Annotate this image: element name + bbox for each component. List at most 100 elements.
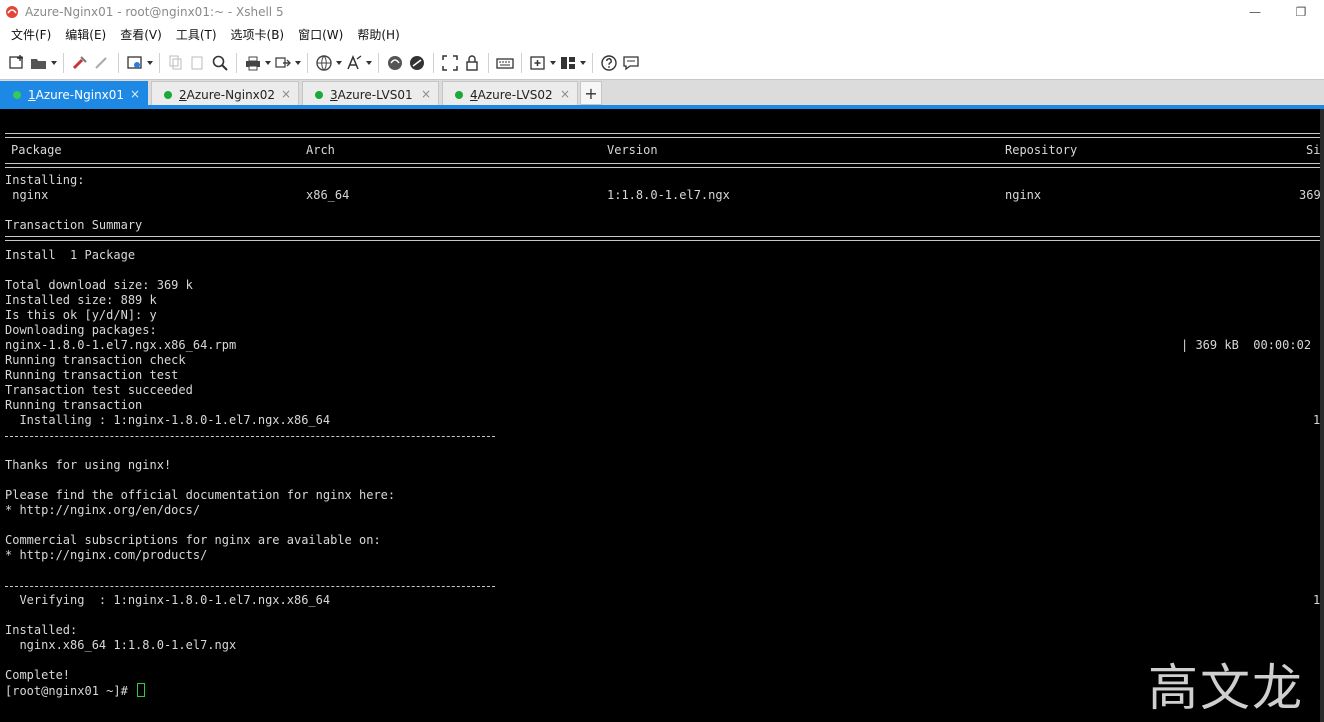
- find-icon[interactable]: [209, 51, 231, 75]
- transaction-test: Running transaction test: [5, 368, 179, 382]
- chevron-down-icon[interactable]: [146, 51, 154, 75]
- tab-number: 1: [28, 87, 36, 102]
- terminal-output[interactable]: Package Arch Version Repository Si Insta…: [0, 109, 1320, 722]
- installed-package: nginx.x86_64 1:1.8.0-1.el7.ngx: [5, 638, 237, 652]
- tab-azure-lvs02[interactable]: 4 Azure-LVS02 ×: [442, 81, 578, 107]
- connected-status-icon: [164, 90, 172, 99]
- terminal-scrollbar[interactable]: [1320, 109, 1324, 722]
- installing-label: Installing:: [5, 173, 85, 187]
- tab-label: Azure-Nginx02: [186, 87, 276, 102]
- commercial-intro: Commercial subscriptions for nginx are a…: [5, 533, 381, 547]
- toolbar-divider: [63, 53, 64, 73]
- transaction-summary: Transaction Summary: [5, 218, 143, 232]
- new-tab-button[interactable]: +: [580, 81, 602, 105]
- transfer-icon[interactable]: [272, 51, 294, 75]
- toolbar-divider: [488, 53, 489, 73]
- chevron-down-icon[interactable]: [264, 51, 272, 75]
- chevron-down-icon[interactable]: [365, 51, 373, 75]
- menu-tools[interactable]: 工具(T): [169, 23, 224, 47]
- menu-file[interactable]: 文件(F): [4, 23, 58, 47]
- verifying-step-count: 1: [1313, 593, 1320, 607]
- chevron-down-icon[interactable]: [549, 51, 557, 75]
- tab-azure-lvs01[interactable]: 3 Azure-LVS01 ×: [302, 81, 439, 107]
- watermark-text: 高文龙: [1148, 659, 1304, 717]
- connected-status-icon: [455, 90, 463, 99]
- separator-double: [5, 163, 1320, 168]
- menu-view[interactable]: 查看(V): [113, 23, 169, 47]
- text-cursor: [137, 683, 146, 697]
- row-repository: nginx: [1005, 188, 1042, 202]
- xftp-icon[interactable]: [384, 51, 406, 75]
- toolbar: [0, 47, 1324, 79]
- close-icon[interactable]: ×: [130, 87, 140, 101]
- close-icon[interactable]: ×: [421, 87, 431, 101]
- tab-bar: 1 Azure-Nginx01 × 2 Azure-Nginx02 × 3 Az…: [0, 79, 1324, 107]
- row-size: 369: [1299, 188, 1320, 202]
- toolbar-divider: [433, 53, 434, 73]
- menu-edit[interactable]: 编辑(E): [58, 23, 113, 47]
- toolbar-divider: [159, 53, 160, 73]
- fullscreen-icon[interactable]: [439, 51, 461, 75]
- print-icon[interactable]: [242, 51, 264, 75]
- chat-icon[interactable]: [620, 51, 642, 75]
- lock-icon[interactable]: [461, 51, 483, 75]
- tab-label: Azure-LVS01: [337, 87, 413, 102]
- close-icon[interactable]: ×: [281, 87, 291, 101]
- tab-number: 3: [330, 87, 338, 102]
- verifying-step: Verifying : 1:nginx-1.8.0-1.el7.ngx.x86_…: [5, 593, 331, 607]
- tab-label: Azure-LVS02: [477, 87, 553, 102]
- transaction-check: Running transaction check: [5, 353, 186, 367]
- font-icon[interactable]: [343, 51, 365, 75]
- confirm-prompt: Is this ok [y/d/N]: y: [5, 308, 157, 322]
- keyboard-icon[interactable]: [494, 51, 516, 75]
- disconnect-icon[interactable]: [91, 51, 113, 75]
- rpm-progress: | 369 kB 00:00:02: [1181, 338, 1312, 352]
- complete-message: Complete!: [5, 668, 71, 682]
- header-size: Si: [1306, 143, 1320, 157]
- commercial-url: * http://nginx.com/products/: [5, 548, 208, 562]
- window-title: Azure-Nginx01 - root@nginx01:~ - Xshell …: [25, 4, 284, 19]
- help-icon[interactable]: [598, 51, 620, 75]
- total-download: Total download size: 369 k: [5, 278, 193, 292]
- reconnect-icon[interactable]: [69, 51, 91, 75]
- chevron-down-icon[interactable]: [335, 51, 343, 75]
- open-folder-icon[interactable]: [28, 51, 50, 75]
- paste-icon[interactable]: [187, 51, 209, 75]
- chevron-down-icon[interactable]: [294, 51, 302, 75]
- row-package: nginx: [5, 188, 49, 202]
- menu-help[interactable]: 帮助(H): [350, 23, 406, 47]
- menu-tab[interactable]: 选项卡(B): [224, 23, 292, 47]
- installed-size: Installed size: 889 k: [5, 293, 157, 307]
- toolbar-divider: [236, 53, 237, 73]
- tab-label: Azure-Nginx01: [35, 87, 125, 102]
- toolbar-divider: [521, 53, 522, 73]
- shell-prompt[interactable]: [root@nginx01 ~]#: [5, 683, 146, 698]
- row-version: 1:1.8.0-1.el7.ngx: [607, 188, 730, 202]
- copy-icon[interactable]: [165, 51, 187, 75]
- globe-icon[interactable]: [313, 51, 335, 75]
- menu-window[interactable]: 窗口(W): [291, 23, 350, 47]
- toolbar-divider: [307, 53, 308, 73]
- separator-dashed: [5, 586, 495, 587]
- tab-number: 2: [179, 87, 187, 102]
- layout-icon[interactable]: [557, 51, 579, 75]
- chevron-down-icon[interactable]: [579, 51, 587, 75]
- row-arch: x86_64: [306, 188, 350, 202]
- title-bar: Azure-Nginx01 - root@nginx01:~ - Xshell …: [0, 0, 1324, 23]
- properties-icon[interactable]: [124, 51, 146, 75]
- tab-azure-nginx02[interactable]: 2 Azure-Nginx02 ×: [151, 81, 299, 107]
- toolbar-divider: [118, 53, 119, 73]
- minimize-button[interactable]: —: [1232, 0, 1278, 23]
- close-icon[interactable]: ×: [560, 87, 570, 101]
- chevron-down-icon[interactable]: [50, 51, 58, 75]
- xmanager-icon[interactable]: [406, 51, 428, 75]
- install-count: Install 1 Package: [5, 248, 136, 262]
- docs-intro: Please find the official documentation f…: [5, 488, 396, 502]
- new-session-icon[interactable]: [6, 51, 28, 75]
- add-tab-icon[interactable]: [527, 51, 549, 75]
- installing-step: Installing : 1:nginx-1.8.0-1.el7.ngx.x86…: [5, 413, 331, 427]
- tab-azure-nginx01[interactable]: 1 Azure-Nginx01 ×: [0, 81, 148, 107]
- header-package: Package: [11, 143, 62, 157]
- separator-double: [5, 133, 1320, 138]
- restore-button[interactable]: ❐: [1278, 0, 1324, 23]
